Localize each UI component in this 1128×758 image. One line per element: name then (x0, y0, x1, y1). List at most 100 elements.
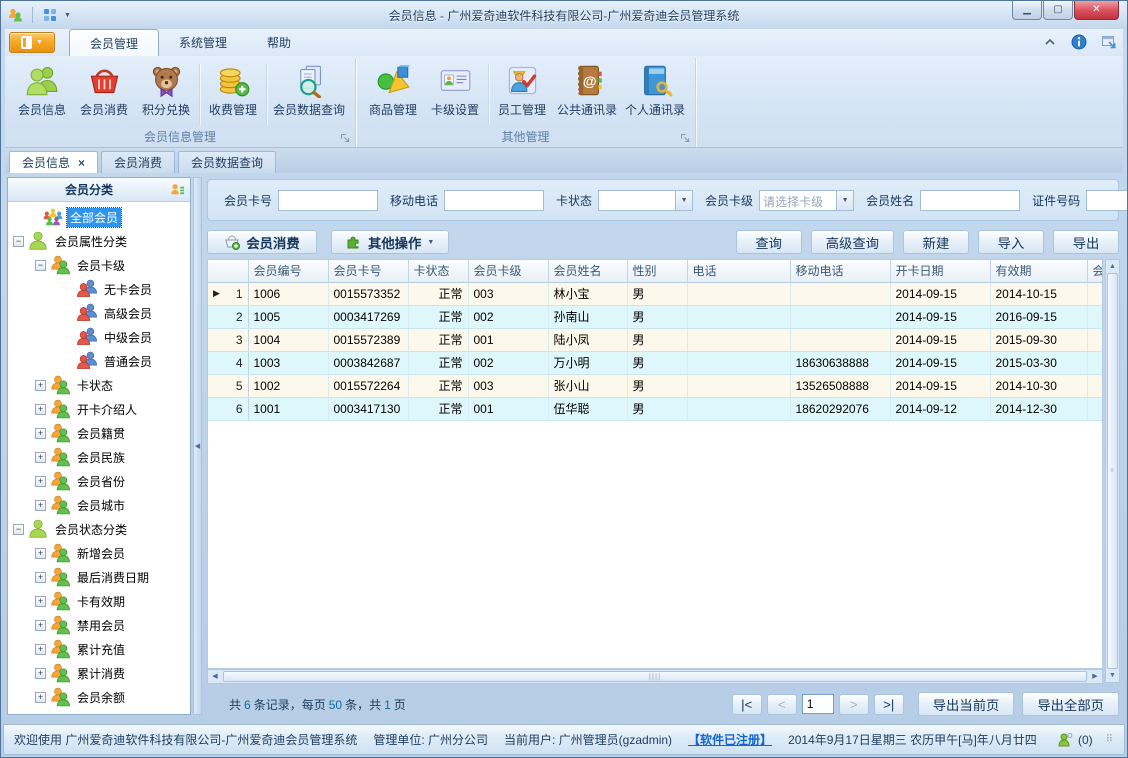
tree-item-card-validity[interactable]: + 卡有效期 (8, 589, 190, 613)
doc-tab-member-consume[interactable]: 会员消费 (101, 151, 176, 173)
ribbon-tab-member-mgmt[interactable]: 会员管理 (69, 29, 160, 56)
tree-expand-icon[interactable]: + (35, 379, 46, 391)
id-no-input[interactable] (1086, 189, 1127, 211)
tree-collapse-icon[interactable]: − (13, 523, 24, 535)
col-valid-until[interactable]: 有效期 (990, 260, 1088, 283)
tree-item-total-recharge[interactable]: + 累计充值 (8, 637, 190, 661)
tree-item-total-consume[interactable]: + 累计消费 (8, 661, 190, 685)
tree-expand-icon[interactable]: + (35, 643, 46, 655)
tree-expand-icon[interactable]: + (35, 475, 46, 487)
tree-expand-icon[interactable]: + (35, 691, 46, 703)
card-level-select[interactable]: 请选择卡级 ▼ (759, 189, 855, 211)
tree-item-new-members[interactable]: + 新增会员 (8, 541, 190, 565)
tree-item-member-attribute-category[interactable]: − 会员属性分类 (8, 229, 190, 253)
ribbon-button-public-contacts[interactable]: 公共通讯录 (553, 60, 621, 129)
online-user-icon[interactable] (1057, 732, 1073, 748)
col-mobile[interactable]: 移动电话 (790, 260, 891, 283)
tree-item-member-balance[interactable]: + 会员余额 (8, 685, 190, 709)
col-open-date[interactable]: 开卡日期 (890, 260, 991, 283)
ribbon-button-member-data-query[interactable]: 会员数据查询 (269, 60, 349, 129)
advanced-query-button[interactable]: 高级查询 (810, 230, 894, 254)
tree-item-card-status[interactable]: + 卡状态 (8, 373, 190, 397)
page-number-input[interactable] (801, 694, 834, 714)
tree-item-member-status-category[interactable]: − 会员状态分类 (8, 517, 190, 541)
tree-item-card-level[interactable]: − 会员卡级 (8, 253, 190, 277)
col-card-status[interactable]: 卡状态 (408, 260, 469, 283)
scroll-down-icon[interactable]: ▼ (1106, 669, 1119, 682)
tree-item-last-consume-date[interactable]: + 最后消费日期 (8, 565, 190, 589)
tree-collapse-icon[interactable]: − (35, 259, 46, 271)
last-page-button[interactable]: >| (873, 693, 904, 715)
col-gender[interactable]: 性别 (627, 260, 688, 283)
card-status-select[interactable]: ▼ (598, 189, 694, 211)
tree-expand-icon[interactable]: + (35, 619, 46, 631)
tree-item-member-province[interactable]: + 会员省份 (8, 469, 190, 493)
prev-page-button[interactable]: < (766, 693, 797, 715)
ribbon-tab-help[interactable]: 帮助 (247, 29, 311, 56)
tree-item-member-city[interactable]: + 会员城市 (8, 493, 190, 517)
dialog-launcher-icon[interactable] (339, 132, 351, 144)
table-row[interactable]: 6 1001 0003417130 正常 001 伍华聪男 18620292076 … (208, 397, 1102, 421)
doc-tab-member-info[interactable]: 会员信息 × (9, 151, 99, 173)
tree-item-normal-member[interactable]: 普通会员 (8, 349, 190, 373)
quick-access-dropdown-icon[interactable]: ▼ (64, 12, 71, 19)
ribbon-tab-system-mgmt[interactable]: 系统管理 (159, 29, 247, 56)
member-consume-button[interactable]: 会员消费 (207, 230, 317, 254)
close-tab-icon[interactable]: × (78, 157, 85, 169)
export-all-pages-button[interactable]: 导出全部页 (1022, 692, 1119, 716)
member-name-input[interactable] (920, 189, 1021, 211)
export-button[interactable]: 导出 (1053, 230, 1119, 254)
ribbon-button-personal-contacts[interactable]: 个人通讯录 (621, 60, 689, 129)
tree-item-member-ethnicity[interactable]: + 会员民族 (8, 445, 190, 469)
col-member-id[interactable]: 会员编号 (248, 260, 329, 283)
tree-item-card-referrer[interactable]: + 开卡介绍人 (8, 397, 190, 421)
ribbon-button-points-exchange[interactable]: 积分兑换 (135, 60, 197, 129)
tree-item-member-hometown[interactable]: + 会员籍贯 (8, 421, 190, 445)
new-button[interactable]: 新建 (903, 230, 969, 254)
info-icon[interactable] (1071, 34, 1087, 50)
ribbon-button-member-info[interactable]: 会员信息 (11, 60, 73, 129)
tree-item-all-members[interactable]: 全部会员 (8, 205, 190, 229)
scroll-up-icon[interactable]: ▲ (1106, 260, 1119, 273)
tree-expand-icon[interactable]: + (35, 667, 46, 679)
tree-item-senior-member[interactable]: 高级会员 (8, 301, 190, 325)
collapse-ribbon-icon[interactable] (1043, 35, 1057, 49)
tree-item-no-card-member[interactable]: 无卡会员 (8, 277, 190, 301)
horizontal-scrollbar-thumb[interactable]: |||| (223, 671, 1087, 682)
chevron-down-icon[interactable]: ▼ (675, 190, 693, 210)
sidebar-collapse-splitter[interactable]: ◀ (193, 177, 202, 715)
quick-access-grid-icon[interactable] (42, 7, 58, 23)
table-row[interactable]: 5 1002 0015572264 正常 003 张小山男 13526508888 … (208, 374, 1102, 398)
minimize-button[interactable]: ▁ (1012, 1, 1042, 20)
scroll-left-icon[interactable]: ◀ (208, 670, 222, 683)
chevron-down-icon[interactable]: ▼ (836, 190, 854, 210)
card-no-input[interactable] (278, 189, 379, 211)
horizontal-scrollbar[interactable]: ◀ |||| ▶ (207, 669, 1103, 684)
table-row[interactable]: ▶ 1 1006 0015573352 正常 003 林小宝男 2014-09-15 2… (208, 282, 1102, 306)
row-marker-header[interactable] (208, 260, 249, 283)
first-page-button[interactable]: |< (731, 693, 762, 715)
col-phone[interactable]: 电话 (687, 260, 791, 283)
col-member-name[interactable]: 会员姓名 (548, 260, 628, 283)
tree-expand-icon[interactable]: + (35, 499, 46, 511)
tree-expand-icon[interactable]: + (35, 427, 46, 439)
ribbon-button-staff-mgmt[interactable]: 员工管理 (491, 60, 553, 129)
scroll-right-icon[interactable]: ▶ (1088, 670, 1102, 683)
tree-item-middle-member[interactable]: 中级会员 (8, 325, 190, 349)
col-card-no[interactable]: 会员卡号 (328, 260, 409, 283)
next-page-button[interactable]: > (838, 693, 869, 715)
popout-window-icon[interactable] (1101, 34, 1117, 50)
table-row[interactable]: 3 1004 0015572389 正常 001 陆小凤男 2014-09-15 20… (208, 328, 1102, 352)
other-operations-button[interactable]: 其他操作 ▼ (331, 230, 450, 254)
tree-item-disabled-members[interactable]: + 禁用会员 (8, 613, 190, 637)
col-card-level[interactable]: 会员卡级 (468, 260, 549, 283)
mobile-input[interactable] (444, 189, 545, 211)
vertical-scrollbar[interactable]: ▲ ≡ ▼ (1105, 259, 1120, 683)
table-row[interactable]: 4 1003 0003842687 正常 002 万小明男 18630638888 … (208, 351, 1102, 375)
export-current-page-button[interactable]: 导出当前页 (917, 692, 1015, 716)
tree-expand-icon[interactable]: + (35, 571, 46, 583)
import-button[interactable]: 导入 (978, 230, 1044, 254)
ribbon-button-fee-mgmt[interactable]: 收费管理 (202, 60, 264, 129)
resize-grip-icon[interactable]: ⠿ (1106, 734, 1114, 745)
close-button[interactable]: ✕ (1074, 1, 1119, 20)
